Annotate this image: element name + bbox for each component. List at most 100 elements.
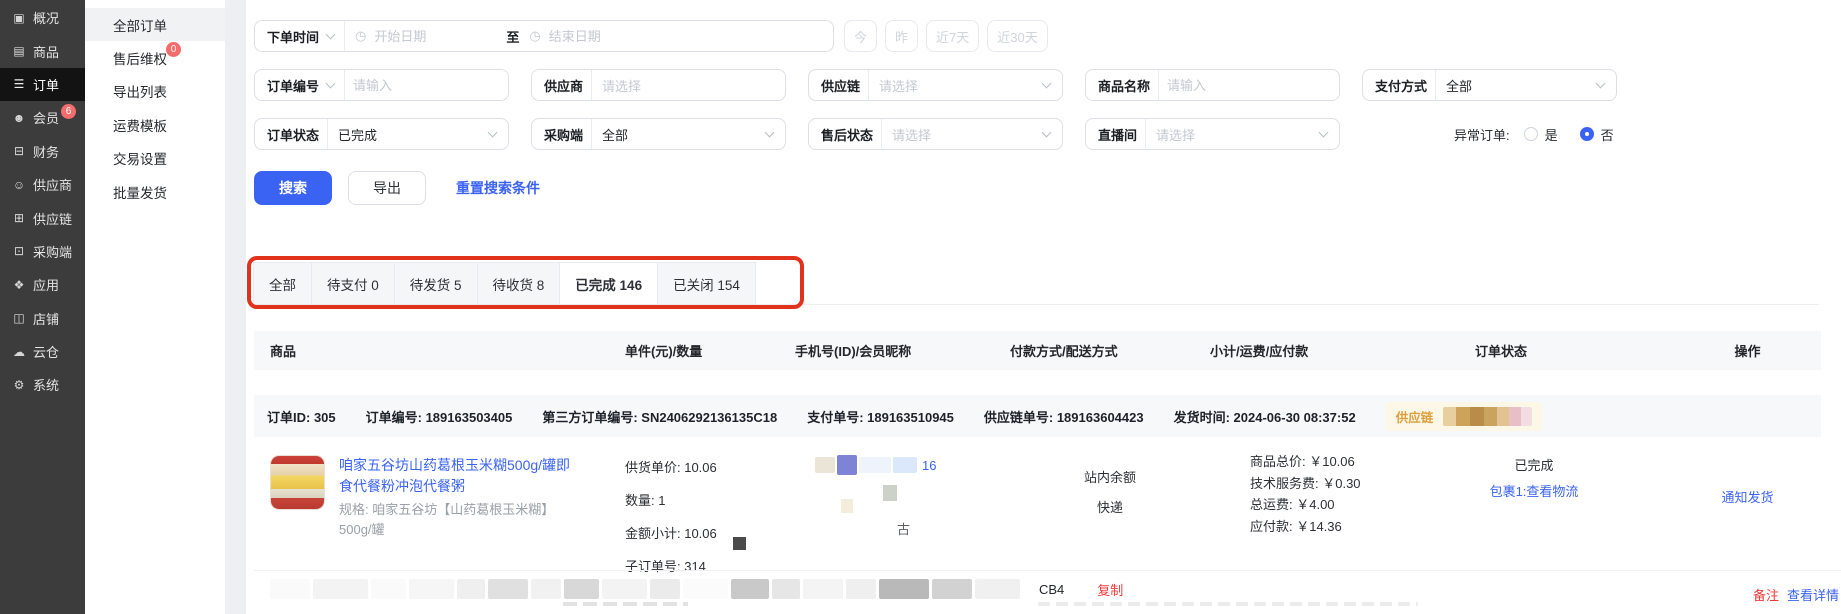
sidebar-item-members[interactable]: ☻会员6 bbox=[0, 101, 85, 134]
chevron-down-icon bbox=[326, 79, 336, 89]
supplier-filter[interactable]: 供应商 请选择 bbox=[531, 69, 786, 101]
product-name-link[interactable]: 咱家五谷坊山药葛根玉米糊500g/罐即食代餐粉冲泡代餐粥 bbox=[339, 455, 582, 497]
tab-pending-ship[interactable]: 待发货 5 bbox=[395, 263, 478, 304]
sidebar-item-procurement[interactable]: ⊡ 采购端 bbox=[0, 235, 85, 268]
sidebar-item-supply-chain[interactable]: ⊞供应链 bbox=[0, 201, 85, 234]
supplier-icon: ☺ bbox=[11, 178, 27, 192]
payment-cell: 站内余额 快递 bbox=[1010, 437, 1210, 583]
view-detail-link[interactable]: 查看详情 bbox=[1787, 585, 1839, 604]
sidebar-item-label: 采购端 bbox=[33, 242, 72, 261]
order-status-text: 已完成 bbox=[1486, 455, 1582, 474]
tab-completed[interactable]: 已完成 146 bbox=[560, 263, 658, 304]
start-date-input[interactable] bbox=[366, 21, 506, 51]
order-time-filter[interactable]: 下单时间 ◷ 至 ◷ bbox=[254, 20, 834, 52]
abnormal-yes-label[interactable]: 是 bbox=[1545, 125, 1558, 144]
redacted-block bbox=[409, 579, 454, 599]
filter-row-3: 订单状态 已完成 采购端 全部 售后状态 请选择 直播间 请选择 bbox=[254, 118, 1636, 150]
apps-icon: ❖ bbox=[11, 278, 27, 292]
package-logistics-link[interactable]: 包裹1:查看物流 bbox=[1486, 482, 1582, 502]
product-name-input[interactable] bbox=[1159, 70, 1339, 100]
tab-pending-payment[interactable]: 待支付 0 bbox=[312, 263, 395, 304]
sidebar-item-orders[interactable]: ☰订单 bbox=[0, 68, 85, 101]
reset-filters-link[interactable]: 重置搜索条件 bbox=[456, 178, 540, 198]
redacted-block bbox=[488, 579, 528, 599]
submenu-all-orders[interactable]: 全部订单 bbox=[85, 8, 225, 41]
tab-pending-receive[interactable]: 待收货 8 bbox=[478, 263, 561, 304]
quick-range-yesterday-button[interactable]: 昨 bbox=[885, 20, 918, 52]
sidebar-item-apps[interactable]: ❖应用 bbox=[0, 268, 85, 301]
order-status-filter[interactable]: 订单状态 已完成 bbox=[254, 118, 509, 150]
order-status-tabs: 全部 待支付 0 待发货 5 待收货 8 已完成 146 已关闭 154 bbox=[253, 262, 756, 305]
sidebar-item-label: 概况 bbox=[33, 8, 59, 27]
supply-chain-filter[interactable]: 供应链 请选择 bbox=[808, 69, 1063, 101]
submenu-trade-settings[interactable]: 交易设置 bbox=[85, 142, 225, 175]
clock-icon: ◷ bbox=[529, 28, 540, 44]
tab-closed[interactable]: 已关闭 154 bbox=[658, 263, 755, 304]
sidebar-item-supplier[interactable]: ☺供应商 bbox=[0, 168, 85, 201]
tab-all[interactable]: 全部 bbox=[254, 263, 312, 304]
sidebar-item-label: 会员 bbox=[33, 108, 59, 127]
supplier-select[interactable]: 请选择 bbox=[592, 76, 785, 95]
filter-actions: 搜索 导出 重置搜索条件 bbox=[254, 171, 540, 205]
live-room-select[interactable]: 请选择 bbox=[1146, 125, 1314, 144]
purchase-side-select[interactable]: 全部 bbox=[592, 125, 760, 144]
order-management-page: ▣概况 ▤商品 ☰订单 ☻会员6 ⊟财务 ☺供应商 ⊞供应链 ⊡采购端 ❖应用 … bbox=[0, 0, 1841, 614]
quick-range-30days-button[interactable]: 近30天 bbox=[987, 20, 1047, 52]
pay-method-filter[interactable]: 支付方式 全部 bbox=[1362, 69, 1617, 101]
submenu-freight-template[interactable]: 运费模板 bbox=[85, 108, 225, 141]
order-no-input[interactable] bbox=[345, 70, 508, 100]
redacted-block bbox=[846, 579, 876, 599]
remark-link[interactable]: 备注 bbox=[1753, 585, 1779, 604]
total-shipping: 总运费: ￥4.00 bbox=[1250, 494, 1460, 516]
end-date-input[interactable] bbox=[541, 21, 833, 51]
export-button[interactable]: 导出 bbox=[348, 171, 426, 205]
sidebar-item-system[interactable]: ⚙系统 bbox=[0, 368, 85, 401]
search-button[interactable]: 搜索 bbox=[254, 171, 332, 205]
products-icon: ▤ bbox=[11, 44, 27, 58]
tech-service-fee: 技术服务费: ￥0.30 bbox=[1250, 473, 1460, 495]
quick-range-7days-button[interactable]: 近7天 bbox=[926, 20, 979, 52]
notify-ship-link[interactable]: 通知发货 bbox=[1721, 490, 1773, 505]
sidebar-item-finance[interactable]: ⊟财务 bbox=[0, 135, 85, 168]
after-sale-status-select[interactable]: 请选择 bbox=[882, 125, 1037, 144]
order-status-select[interactable]: 已完成 bbox=[328, 125, 483, 144]
actions-cell: 通知发货 bbox=[1690, 437, 1805, 583]
procurement-icon: ⊡ bbox=[11, 244, 27, 258]
sidebar-item-products[interactable]: ▤商品 bbox=[0, 34, 85, 67]
sidebar-item-cloud-warehouse[interactable]: ☁云仓 bbox=[0, 335, 85, 368]
redacted-block bbox=[879, 579, 929, 599]
live-room-filter[interactable]: 直播间 请选择 bbox=[1085, 118, 1340, 150]
quick-range-today-button[interactable]: 今 bbox=[844, 20, 877, 52]
header-payment: 付款方式/配送方式 bbox=[1010, 341, 1210, 360]
supply-chain-icon: ⊞ bbox=[11, 211, 27, 225]
overview-icon: ▣ bbox=[11, 11, 27, 25]
supply-chain-select[interactable]: 请选择 bbox=[869, 76, 1037, 95]
product-cell: 咱家五谷坊山药葛根玉米糊500g/罐即食代餐粉冲泡代餐粥 规格: 咱家五谷坊【山… bbox=[270, 437, 625, 583]
chevron-down-icon bbox=[1042, 79, 1052, 89]
pay-method-select[interactable]: 全部 bbox=[1436, 76, 1591, 95]
redacted-block bbox=[683, 579, 728, 599]
product-spec: 规格: 咱家五谷坊【山药葛根玉米糊】500g/罐 bbox=[339, 500, 577, 540]
purchase-side-filter[interactable]: 采购端 全部 bbox=[531, 118, 786, 150]
chevron-down-icon bbox=[1596, 79, 1606, 89]
after-sale-status-filter[interactable]: 售后状态 请选择 bbox=[808, 118, 1063, 150]
sidebar-item-label: 财务 bbox=[33, 142, 59, 161]
order-meta-bar: 订单ID: 305 订单编号: 189163503405 第三方订单编号: SN… bbox=[254, 395, 1821, 437]
submenu-export-list[interactable]: 导出列表 bbox=[85, 75, 225, 108]
secondary-sidebar: 全部订单 售后维权0 导出列表 运费模板 交易设置 批量发货 bbox=[85, 0, 225, 614]
order-no-filter[interactable]: 订单编号 bbox=[254, 69, 509, 101]
redacted-address: CB4 复制 bbox=[270, 579, 1123, 599]
header-subtotal: 小计/运费/应付款 bbox=[1210, 341, 1460, 360]
order-number: 订单编号: 189163503405 bbox=[366, 407, 513, 426]
submenu-batch-ship[interactable]: 批量发货 bbox=[85, 175, 225, 208]
quantity: 数量: 1 bbox=[625, 484, 795, 517]
product-name-filter[interactable]: 商品名称 bbox=[1085, 69, 1340, 101]
copy-link[interactable]: 复制 bbox=[1097, 580, 1123, 599]
abnormal-no-radio[interactable] bbox=[1580, 127, 1594, 141]
abnormal-no-label[interactable]: 否 bbox=[1601, 125, 1614, 144]
submenu-after-sale[interactable]: 售后维权0 bbox=[85, 41, 225, 74]
sidebar-item-shop[interactable]: ◫店铺 bbox=[0, 302, 85, 335]
sidebar-item-overview[interactable]: ▣ 概况 bbox=[0, 1, 85, 34]
abnormal-yes-radio[interactable] bbox=[1524, 127, 1538, 141]
status-cell: 已完成 包裹1:查看物流 bbox=[1460, 437, 1690, 583]
